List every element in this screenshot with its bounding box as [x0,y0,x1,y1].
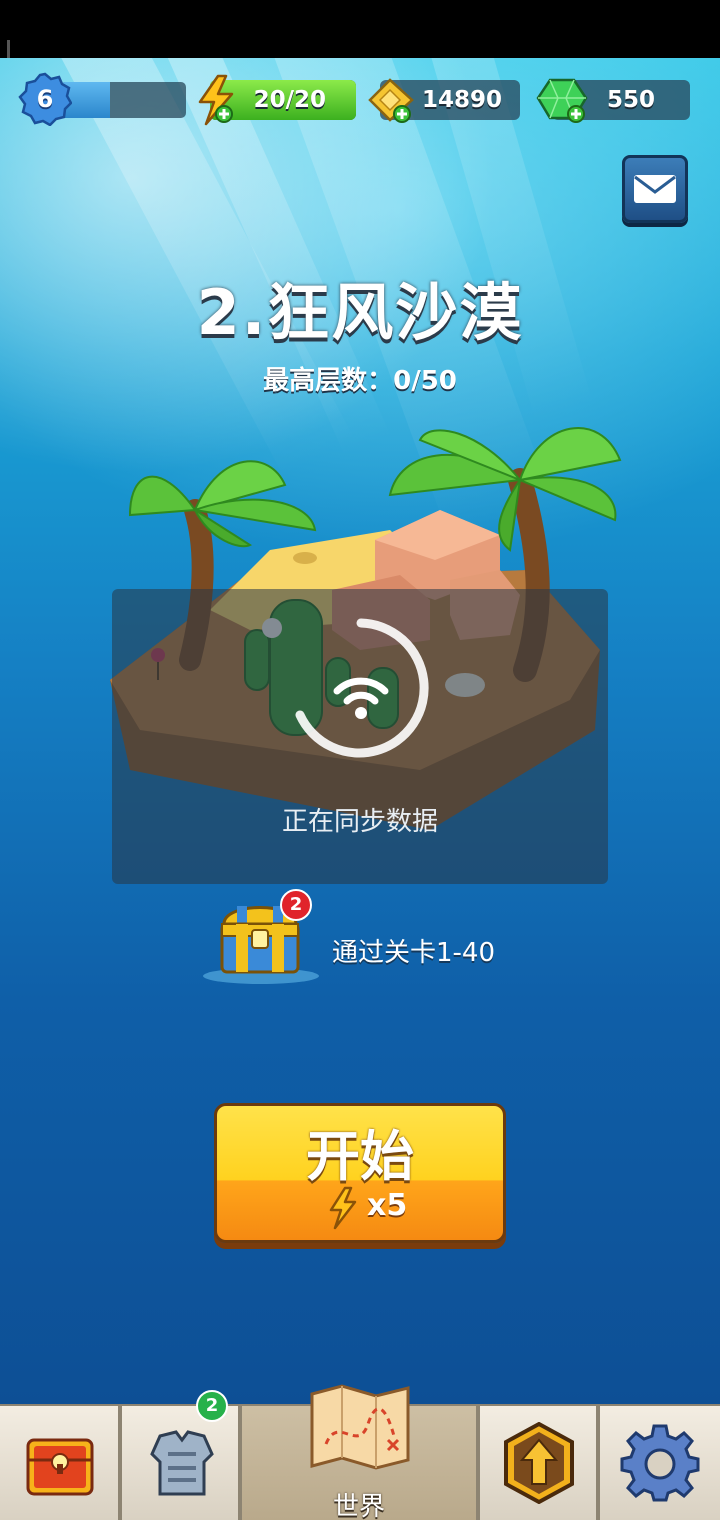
energy-value: 20/20 [253,87,326,113]
nav-shop-tab[interactable] [0,1406,120,1520]
mail-icon [634,175,676,203]
sync-status-text: 正在同步数据 [281,807,438,837]
map-icon [310,1384,410,1470]
equipment-count-badge: 2 [196,1390,228,1422]
gold-icon [368,78,414,123]
chest-nav-icon [26,1438,94,1496]
start-label: 开始 [306,1125,414,1188]
gem-value: 550 [606,87,655,113]
xp-bar [60,82,186,118]
level-number: 6 [36,85,54,113]
world-title: 2.狂风沙漠 [196,276,524,349]
system-status-bar [0,0,720,100]
chest-requirement-text: 通过关卡1-40 [332,938,496,968]
start-button[interactable]: 开始 x5 [214,1103,506,1243]
bottom-navigation: 世界 [0,1384,720,1520]
best-floors: 最高层数：0/50 [263,366,457,396]
sync-overlay: 正在同步数据 [112,589,608,884]
nav-upgrade-tab[interactable] [480,1406,598,1520]
nav-equipment-tab[interactable] [122,1406,240,1520]
gold-value: 14890 [421,87,502,113]
lightning-icon [329,1186,357,1230]
world-tab-label: 世界 [332,1492,385,1520]
nav-settings-tab[interactable] [600,1406,720,1520]
wifi-sync-icon [295,618,429,758]
upgrade-arrow-icon [504,1422,574,1504]
energy-cost: x5 [367,1188,408,1223]
lightning-icon [198,74,234,126]
chest-count-badge: 2 [280,889,312,921]
gear-icon [620,1424,700,1502]
mail-button[interactable] [622,155,688,223]
player-level-badge[interactable]: 6 [18,72,73,127]
armor-icon [150,1430,214,1496]
gem-icon [536,78,588,123]
nav-world-tab[interactable]: 世界 [242,1384,478,1520]
